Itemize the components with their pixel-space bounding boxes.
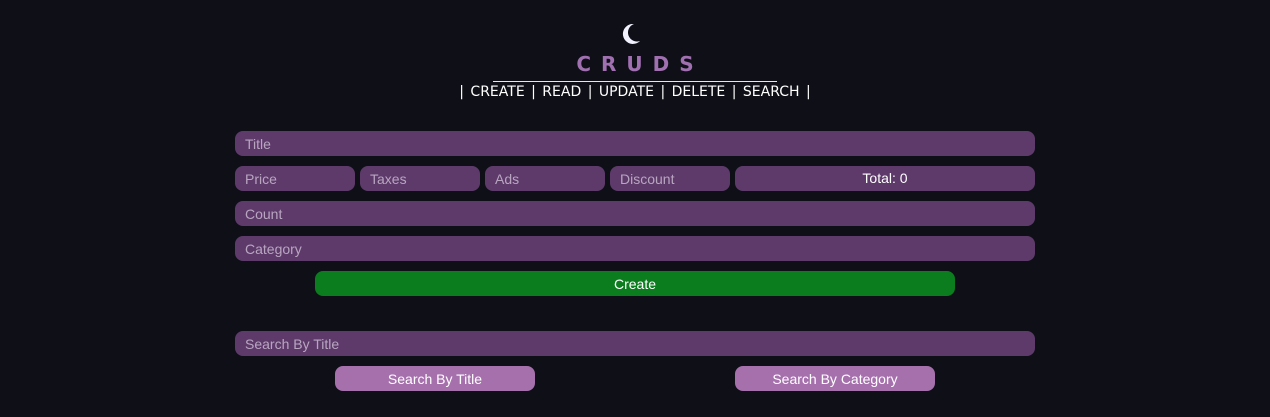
nav-separator: | [660,84,666,100]
count-input[interactable] [235,201,1035,226]
main-nav: | CREATE | READ | UPDATE | DELETE | SEAR… [0,84,1270,100]
header-divider [493,81,777,82]
nav-separator: | [587,84,593,100]
nav-separator: | [806,84,811,100]
nav-search[interactable]: SEARCH [743,84,800,100]
nav-create[interactable]: CREATE [470,84,524,100]
search-by-title-button[interactable]: Search By Title [335,366,535,391]
nav-separator: | [531,84,536,100]
total-display: Total: 0 [735,166,1035,191]
category-input[interactable] [235,236,1035,261]
title-input[interactable] [235,131,1035,156]
ads-input[interactable] [485,166,605,191]
nav-update[interactable]: UPDATE [599,84,654,100]
crud-app: CRUDS | CREATE | READ | UPDATE | DELETE … [0,0,1270,417]
nav-separator: | [459,84,464,100]
discount-input[interactable] [610,166,730,191]
brand-title: CRUDS [576,52,704,76]
taxes-input[interactable] [360,166,480,191]
nav-delete[interactable]: DELETE [672,84,726,100]
create-button[interactable]: Create [315,271,955,296]
price-input[interactable] [235,166,355,191]
nav-read[interactable]: READ [542,84,581,100]
search-input[interactable] [235,331,1035,356]
nav-separator: | [731,84,737,100]
moon-icon [622,23,640,44]
search-by-category-button[interactable]: Search By Category [735,366,935,391]
